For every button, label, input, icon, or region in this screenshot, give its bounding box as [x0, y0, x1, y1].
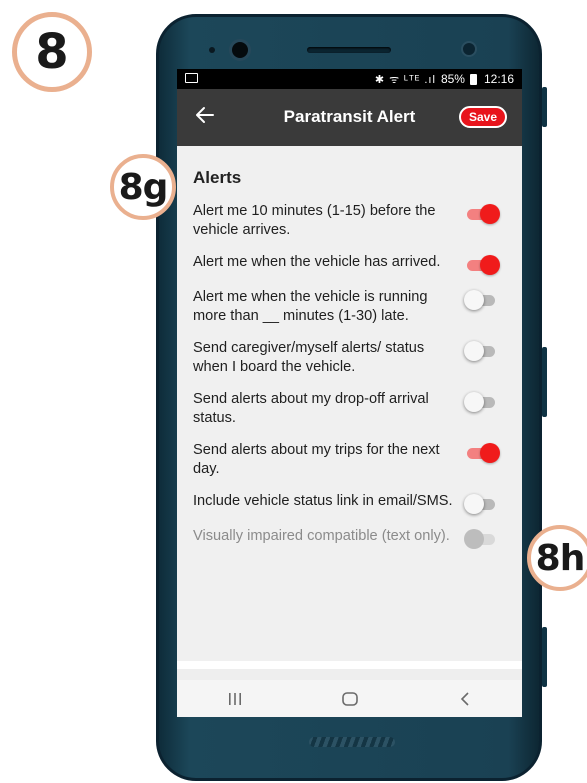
- toggle-thumb: [464, 392, 484, 412]
- setting-row: Visually impaired compatible (text only)…: [193, 527, 506, 549]
- earpiece-speaker: [307, 47, 391, 53]
- home-button[interactable]: [330, 684, 370, 714]
- toggle-thumb: [464, 529, 484, 549]
- mail-icon: [185, 73, 198, 83]
- status-right: ✱ ᯤ ᴸᵀᴱ .ıl 85% 12:16: [375, 72, 514, 87]
- app-bar: Paratransit Alert Save: [177, 89, 522, 146]
- setting-row: Include vehicle status link in email/SMS…: [193, 492, 506, 514]
- setting-row: Alert me when the vehicle is running mor…: [193, 288, 506, 326]
- battery-percent: 85%: [440, 72, 465, 86]
- settings-list: Alert me 10 minutes (1-15) before the ve…: [193, 202, 506, 549]
- setting-toggle[interactable]: [464, 494, 500, 514]
- toggle-thumb: [480, 255, 500, 275]
- toggle-thumb: [464, 341, 484, 361]
- system-nav-bar: [177, 680, 522, 717]
- power-button: [542, 347, 547, 417]
- setting-row: Send caregiver/myself alerts/ status whe…: [193, 339, 506, 377]
- status-icons: ✱ ᯤ ᴸᵀᴱ .ıl: [374, 73, 436, 86]
- status-bar: ✱ ᯤ ᴸᵀᴱ .ıl 85% 12:16: [177, 69, 522, 89]
- phone-screen: ✱ ᯤ ᴸᵀᴱ .ıl 85% 12:16 Paratransit Alert …: [177, 69, 522, 717]
- bottom-speaker-grille: [309, 737, 395, 747]
- setting-label: Alert me 10 minutes (1-15) before the ve…: [193, 203, 436, 238]
- setting-label: Send caregiver/myself alerts/ status whe…: [193, 340, 425, 375]
- setting-label: Send alerts about my drop-off arrival st…: [193, 391, 429, 426]
- proximity-sensor: [461, 41, 477, 57]
- phone-led: [209, 47, 215, 53]
- section-title: Alerts: [193, 168, 242, 187]
- step-number-badge: 8: [12, 12, 92, 92]
- toggle-thumb: [480, 443, 500, 463]
- camera-button: [542, 627, 547, 687]
- callout-8h: 8h: [527, 525, 587, 591]
- setting-row: Alert me 10 minutes (1-15) before the ve…: [193, 202, 506, 240]
- setting-toggle[interactable]: [464, 204, 500, 224]
- status-time: 12:16: [483, 72, 514, 86]
- setting-toggle[interactable]: [464, 392, 500, 412]
- setting-toggle[interactable]: [464, 341, 500, 361]
- toggle-thumb: [464, 494, 484, 514]
- setting-row: Alert me when the vehicle has arrived.: [193, 253, 506, 275]
- setting-label: Visually impaired compatible (text only)…: [193, 528, 450, 544]
- alerts-panel: Alerts Alert me 10 minutes (1-15) before…: [177, 146, 522, 664]
- toggle-thumb: [480, 204, 500, 224]
- setting-label: Include vehicle status link in email/SMS…: [193, 493, 453, 509]
- home-icon: [341, 691, 358, 706]
- setting-toggle[interactable]: [464, 255, 500, 275]
- setting-toggle[interactable]: [464, 443, 500, 463]
- recents-icon: [228, 692, 241, 705]
- save-button[interactable]: Save: [458, 106, 507, 128]
- back-chevron-icon: [460, 691, 469, 706]
- nav-back-button[interactable]: [445, 684, 485, 714]
- content-bottom-strip: [177, 661, 522, 669]
- setting-row: Send alerts about my drop-off arrival st…: [193, 390, 506, 428]
- battery-icon: [469, 73, 477, 85]
- recents-button[interactable]: [215, 684, 255, 714]
- setting-label: Alert me when the vehicle is running mor…: [193, 289, 428, 324]
- front-camera: [229, 39, 251, 61]
- callout-8g: 8g: [110, 154, 176, 220]
- volume-button: [542, 87, 547, 127]
- toggle-thumb: [464, 290, 484, 310]
- setting-row: Send alerts about my trips for the next …: [193, 441, 506, 479]
- setting-label: Alert me when the vehicle has arrived.: [193, 254, 441, 270]
- status-left: [185, 72, 198, 86]
- setting-label: Send alerts about my trips for the next …: [193, 442, 440, 477]
- setting-toggle[interactable]: [464, 290, 500, 310]
- setting-toggle: [464, 529, 500, 549]
